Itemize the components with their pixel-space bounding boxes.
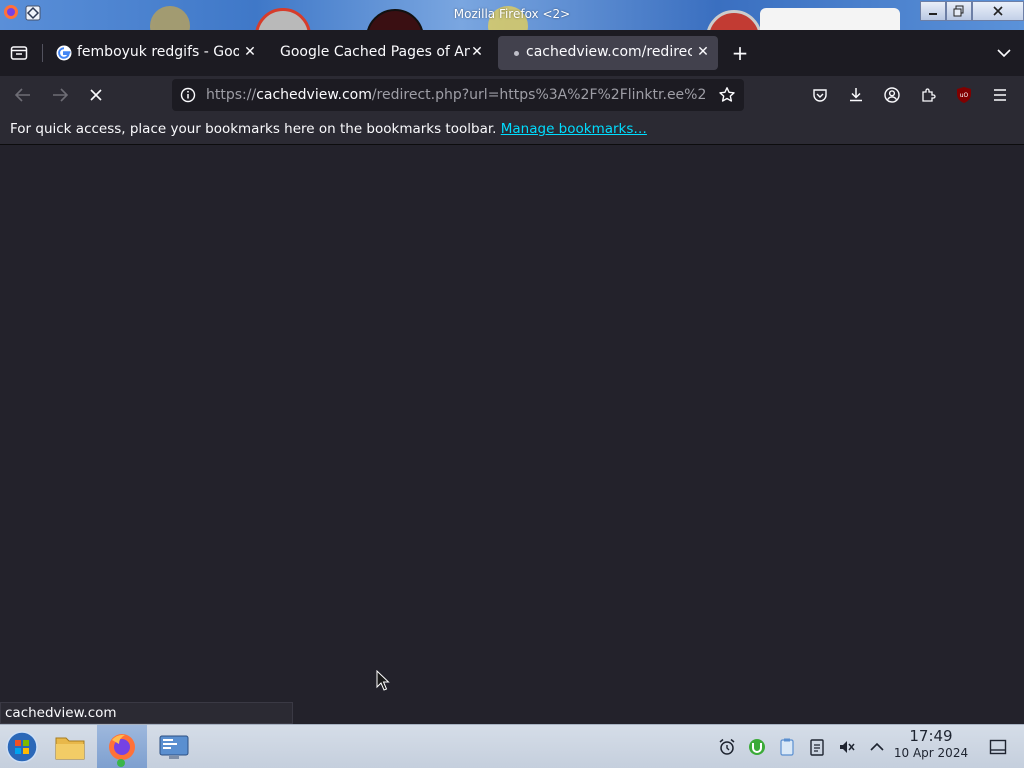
forward-button[interactable] — [49, 85, 71, 105]
extensions-button[interactable] — [918, 85, 938, 105]
running-indicator-icon — [117, 759, 125, 767]
firefox-icon — [109, 734, 135, 760]
tab-close-icon[interactable]: ✕ — [470, 45, 484, 59]
show-desktop-icon — [989, 739, 1007, 755]
account-icon — [884, 87, 900, 103]
clock[interactable]: 17:49 10 Apr 2024 — [893, 727, 969, 761]
url-prefix: https:// — [206, 87, 257, 103]
stop-icon — [90, 89, 102, 101]
chevron-down-icon — [997, 49, 1011, 58]
tab-label: cachedview.com/redirect — [526, 44, 692, 60]
pocket-button[interactable] — [810, 85, 830, 105]
tab-separator — [42, 44, 43, 62]
tab-femboyuk-search[interactable]: femboyuk redgifs - Goog ✕ — [47, 36, 265, 70]
clock-date: 10 Apr 2024 — [893, 746, 969, 760]
manage-bookmarks-link[interactable]: Manage bookmarks… — [501, 121, 647, 137]
bookmarks-empty-message: For quick access, place your bookmarks h… — [10, 121, 647, 137]
clock-time: 17:49 — [909, 727, 953, 745]
navigation-toolbar: https://cachedview.com/redirect.php?url=… — [0, 76, 1024, 114]
loading-dot-icon — [514, 51, 519, 56]
arrow-right-icon — [53, 88, 68, 102]
file-manager-taskbar-button[interactable] — [50, 725, 90, 768]
account-button[interactable] — [882, 85, 902, 105]
downloads-button[interactable] — [846, 85, 866, 105]
close-button[interactable] — [972, 1, 1024, 21]
tab-label: Google Cached Pages of Any — [280, 44, 470, 60]
maximize-button[interactable] — [946, 1, 972, 21]
new-tab-button[interactable]: + — [729, 41, 751, 65]
mouse-pointer-icon — [376, 669, 390, 696]
page-content[interactable] — [0, 146, 1024, 724]
arrow-left-icon — [15, 88, 30, 102]
hamburger-menu-icon — [994, 89, 1006, 101]
back-button[interactable] — [12, 85, 34, 105]
bookmark-star-icon[interactable] — [718, 86, 736, 104]
tab-google-cached-pages[interactable]: Google Cached Pages of Any ✕ — [270, 36, 492, 70]
start-button[interactable] — [0, 725, 44, 768]
window-titlebar[interactable]: Mozilla Firefox <2> — [0, 0, 1024, 30]
notes-icon[interactable] — [806, 736, 828, 758]
svg-text:uO: uO — [960, 92, 969, 99]
tab-close-icon[interactable]: ✕ — [243, 45, 257, 59]
folder-icon — [55, 737, 85, 760]
tab-strip: femboyuk redgifs - Goog ✕ Google Cached … — [0, 30, 1024, 76]
bookmarks-toolbar: For quick access, place your bookmarks h… — [0, 114, 1024, 145]
window-title: Mozilla Firefox <2> — [453, 7, 571, 21]
start-orb-icon — [6, 731, 38, 763]
chevron-up-icon[interactable] — [866, 736, 888, 758]
google-g-icon — [56, 45, 72, 61]
alarm-clock-icon[interactable] — [716, 736, 738, 758]
download-icon — [850, 88, 862, 102]
url-text[interactable]: https://cachedview.com/redirect.php?url=… — [206, 87, 706, 103]
status-panel: cachedview.com — [0, 702, 293, 724]
tab-label: femboyuk redgifs - Goog — [77, 44, 239, 60]
utorrent-icon[interactable] — [746, 736, 768, 758]
tab-close-icon[interactable]: ✕ — [696, 45, 710, 59]
clipboard-manager-icon[interactable] — [776, 736, 798, 758]
minimize-button[interactable] — [920, 1, 946, 21]
url-bar[interactable]: https://cachedview.com/redirect.php?url=… — [172, 79, 744, 111]
system-tray — [716, 725, 888, 768]
puzzle-piece-icon — [922, 88, 936, 102]
window-controls — [920, 0, 1024, 22]
taskbar: 17:49 10 Apr 2024 — [0, 724, 1024, 768]
firefox-taskbar-button[interactable] — [97, 725, 147, 768]
firefox-view-button[interactable] — [8, 43, 30, 63]
ublock-shield-icon: uO — [957, 87, 971, 103]
application-menu-button[interactable] — [990, 85, 1010, 105]
system-settings-taskbar-button[interactable] — [154, 725, 194, 768]
list-all-tabs-button[interactable] — [993, 43, 1015, 63]
url-host: cachedview.com — [256, 87, 372, 103]
tab-cachedview-redirect[interactable]: cachedview.com/redirect ✕ — [498, 36, 718, 70]
pocket-icon — [813, 89, 827, 102]
firefox-view-icon — [10, 46, 28, 60]
url-path: /redirect.php?url=https%3A%2F%2Flinktr.e… — [371, 87, 706, 103]
computer-settings-icon — [159, 735, 189, 759]
screen: Mozilla Firefox <2> femboyuk redgifs - G… — [0, 0, 1024, 768]
show-desktop-button[interactable] — [984, 725, 1012, 768]
ublock-origin-button[interactable]: uO — [954, 85, 974, 105]
stop-loading-button[interactable] — [85, 85, 107, 105]
bookmarks-hint-text: For quick access, place your bookmarks h… — [10, 121, 497, 137]
volume-muted-icon[interactable] — [836, 736, 858, 758]
site-info-icon[interactable] — [180, 87, 196, 103]
